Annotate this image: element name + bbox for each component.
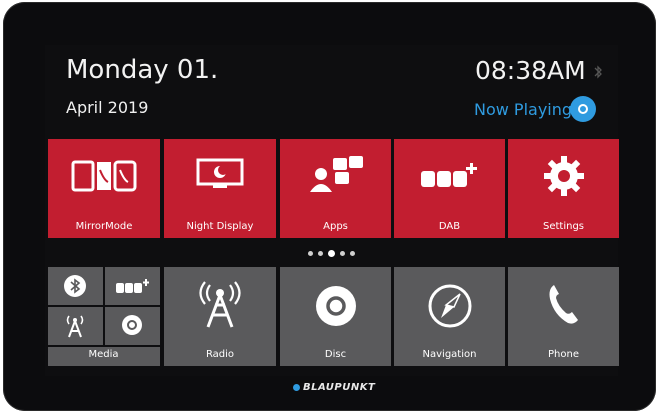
tile-media[interactable]: Media (48, 267, 160, 366)
disc-icon (315, 286, 356, 326)
dab-plus-icon (420, 163, 477, 187)
tile-label: Disc (324, 349, 347, 360)
bluetooth-icon (64, 275, 86, 297)
tile-navigation[interactable]: Navigation (394, 267, 505, 366)
tile-label: Apps (323, 221, 348, 232)
tile-label: Navigation (422, 349, 477, 360)
radio-antenna-icon (199, 281, 241, 328)
tile-night-display[interactable]: Night Display (164, 139, 276, 238)
tile-label: Phone (548, 349, 579, 360)
tile-label: DAB (438, 221, 461, 232)
tile-mirrormode[interactable]: MirrorMode (48, 139, 160, 238)
gear-icon (543, 156, 584, 196)
tile-dab[interactable]: DAB (394, 139, 505, 238)
page-dot[interactable] (340, 250, 345, 256)
bluetooth-status-icon (594, 65, 602, 79)
tile-phone[interactable]: Phone (508, 267, 619, 366)
clock-time: 08:38AM (475, 56, 586, 85)
now-playing-link[interactable]: Now Playing (474, 99, 572, 121)
tile-settings[interactable]: Settings (508, 139, 619, 238)
page-dot[interactable] (350, 250, 355, 256)
media-radio-cell[interactable] (48, 307, 103, 345)
date-day: Monday 01. (66, 55, 219, 85)
radio-antenna-icon (66, 315, 84, 338)
tile-label: Settings (542, 221, 584, 232)
tile-radio[interactable]: Radio (164, 267, 276, 366)
brand-logo: BLAUPUNKT (293, 382, 375, 393)
media-bluetooth-cell[interactable] (48, 267, 103, 305)
page-dot-active[interactable] (328, 249, 335, 257)
tile-label: MirrorMode (75, 221, 133, 232)
brand-dot-icon (293, 383, 300, 391)
tile-label: Night Display (186, 221, 254, 232)
night-display-icon (196, 158, 244, 188)
now-playing-disc-icon[interactable] (570, 96, 596, 122)
tile-disc[interactable]: Disc (280, 267, 391, 366)
dab-plus-icon (116, 279, 149, 293)
mirror-mode-icon (71, 160, 137, 192)
date-month-year: April 2019 (66, 98, 149, 117)
tile-label: Media (88, 349, 119, 360)
brand-name: BLAUPUNKT (303, 382, 376, 393)
page-dot[interactable] (318, 250, 323, 256)
disc-icon (122, 315, 142, 335)
apps-icon (309, 156, 363, 192)
page-dot[interactable] (308, 250, 313, 256)
navigation-compass-icon (428, 284, 471, 328)
tile-apps[interactable]: Apps (280, 139, 391, 238)
media-dab-cell[interactable] (105, 267, 160, 305)
phone-icon (549, 285, 578, 324)
media-disc-cell[interactable] (105, 307, 160, 345)
tile-label: Radio (205, 349, 235, 360)
page-indicator[interactable] (308, 248, 360, 258)
